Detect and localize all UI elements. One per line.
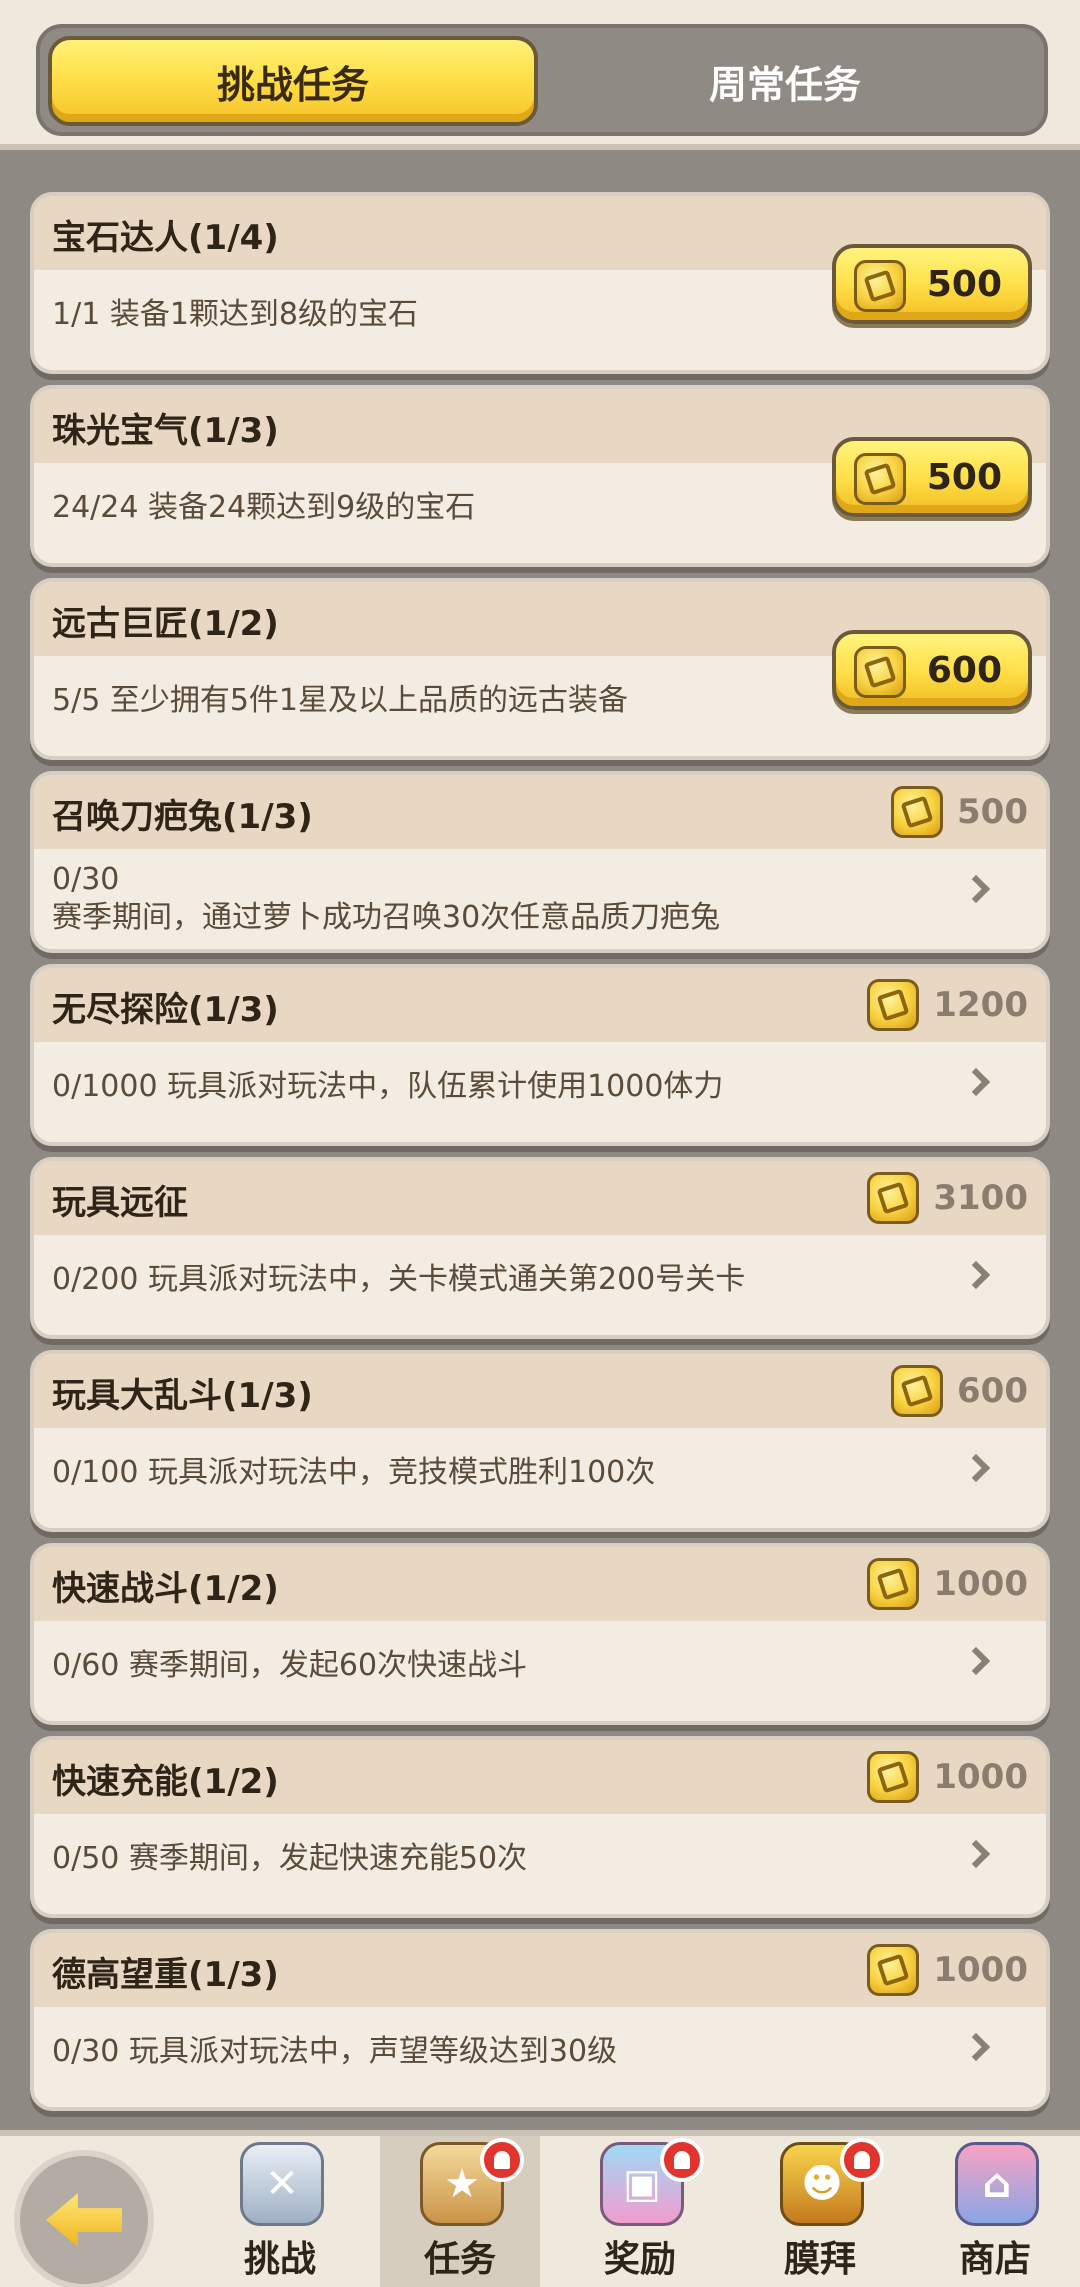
task-description: 1/1 装备1颗达到8级的宝石 [52, 297, 418, 332]
notification-bell-icon [840, 2138, 884, 2182]
claim-reward-button[interactable]: 500 [832, 244, 1032, 324]
task-title: 无尽探险(1/3) [52, 990, 279, 1030]
task-description: 0/50 赛季期间，发起快速充能50次 [52, 1841, 528, 1876]
nav-label: 任务 [423, 2239, 496, 2280]
reward-amount: 3100 [933, 1178, 1028, 1218]
task-title: 玩具大乱斗(1/3) [52, 1376, 313, 1416]
reward-amount: 500 [957, 792, 1028, 832]
task-description: 24/24 装备24颗达到9级的宝石 [52, 490, 476, 525]
chevron-right-icon[interactable] [961, 1839, 991, 1869]
task-card: 远古巨匠(1/2) 5/5 至少拥有5件1星及以上品质的远古装备 600 [30, 578, 1050, 760]
coin-icon [854, 646, 906, 698]
task-card: 珠光宝气(1/3) 24/24 装备24颗达到9级的宝石 500 [30, 385, 1050, 567]
coin-icon [867, 1558, 920, 1610]
coin-icon [854, 453, 906, 505]
task-reward: 3100 [867, 1172, 1028, 1224]
nav-label: 商店 [958, 2239, 1031, 2280]
coin-icon [891, 786, 944, 838]
task-card[interactable]: 德高望重(1/3) 1000 0/30 玩具派对玩法中，声望等级达到30级 [30, 1929, 1050, 2111]
task-description: 0/30 赛季期间，通过萝卜成功召唤30次任意品质刀疤兔 [52, 861, 932, 937]
task-card[interactable]: 召唤刀疤兔(1/3) 500 0/30 赛季期间，通过萝卜成功召唤30次任意品质… [30, 771, 1050, 953]
task-reward: 1000 [867, 1558, 1028, 1610]
task-reward: 1000 [867, 1944, 1028, 1996]
task-reward: 1200 [867, 979, 1028, 1031]
chevron-right-icon[interactable] [961, 874, 991, 904]
tab-weekly-tasks[interactable]: 周常任务 [540, 36, 1030, 126]
task-description: 0/30 玩具派对玩法中，声望等级达到30级 [52, 2034, 618, 2069]
task-title: 德高望重(1/3) [52, 1955, 279, 1995]
task-description: 0/200 玩具派对玩法中，关卡模式通关第200号关卡 [52, 1262, 746, 1297]
chevron-right-icon[interactable] [961, 1260, 991, 1290]
task-title: 召唤刀疤兔(1/3) [52, 797, 313, 837]
back-button[interactable] [14, 2150, 154, 2287]
notification-bell-icon [660, 2138, 704, 2182]
tab-challenge-tasks[interactable]: 挑战任务 [48, 36, 538, 126]
reward-amount: 1000 [933, 1564, 1028, 1604]
nav-tasks[interactable]: ★ 任务 [380, 2136, 540, 2287]
task-description: 0/60 赛季期间，发起60次快速战斗 [52, 1648, 528, 1683]
task-card[interactable]: 快速战斗(1/2) 1000 0/60 赛季期间，发起60次快速战斗 [30, 1543, 1050, 1725]
chevron-right-icon[interactable] [961, 2032, 991, 2062]
task-title: 珠光宝气(1/3) [52, 411, 279, 451]
nav-label: 膜拜 [783, 2239, 856, 2280]
chevron-right-icon[interactable] [961, 1067, 991, 1097]
coin-icon [867, 1944, 920, 1996]
coin-icon [867, 1751, 920, 1803]
reward-amount: 600 [926, 649, 1002, 691]
task-card[interactable]: 快速充能(1/2) 1000 0/50 赛季期间，发起快速充能50次 [30, 1736, 1050, 1918]
task-title: 远古巨匠(1/2) [52, 604, 279, 644]
shop-icon: ⌂ [955, 2142, 1039, 2226]
nav-worship[interactable]: ☻ 膜拜 [740, 2136, 900, 2287]
claim-reward-button[interactable]: 600 [832, 630, 1032, 710]
trophy-icon: ✕ [240, 2142, 324, 2226]
task-reward: 500 [891, 786, 1028, 838]
claim-reward-button[interactable]: 500 [832, 437, 1032, 517]
task-card[interactable]: 玩具大乱斗(1/3) 600 0/100 玩具派对玩法中，竞技模式胜利100次 [30, 1350, 1050, 1532]
bottom-nav: ✕ 挑战 ★ 任务 ▣ 奖励 ☻ 膜拜 ⌂ 商店 [0, 2130, 1080, 2287]
nav-shop[interactable]: ⌂ 商店 [915, 2136, 1075, 2287]
task-card[interactable]: 玩具远征 3100 0/200 玩具派对玩法中，关卡模式通关第200号关卡 [30, 1157, 1050, 1339]
task-title: 宝石达人(1/4) [52, 218, 279, 258]
task-description: 5/5 至少拥有5件1星及以上品质的远古装备 [52, 683, 628, 718]
reward-amount: 1000 [933, 1757, 1028, 1797]
task-description: 0/1000 玩具派对玩法中，队伍累计使用1000体力 [52, 1069, 724, 1104]
chevron-right-icon[interactable] [961, 1453, 991, 1483]
chevron-right-icon[interactable] [961, 1646, 991, 1676]
reward-amount: 1000 [933, 1950, 1028, 1990]
coin-icon [867, 979, 920, 1031]
back-arrow-icon [46, 2193, 122, 2247]
coin-icon [867, 1172, 920, 1224]
nav-label: 挑战 [243, 2239, 316, 2280]
task-card[interactable]: 无尽探险(1/3) 1200 0/1000 玩具派对玩法中，队伍累计使用1000… [30, 964, 1050, 1146]
task-title: 快速战斗(1/2) [52, 1569, 279, 1609]
top-tab-frame: 挑战任务 周常任务 [0, 0, 1080, 150]
reward-amount: 1200 [933, 985, 1028, 1025]
reward-amount: 600 [957, 1371, 1028, 1411]
task-card: 宝石达人(1/4) 1/1 装备1颗达到8级的宝石 500 [30, 192, 1050, 374]
reward-amount: 500 [926, 263, 1002, 305]
coin-icon [854, 260, 906, 312]
task-title: 快速充能(1/2) [52, 1762, 279, 1802]
notification-bell-icon [480, 2138, 524, 2182]
task-title: 玩具远征 [52, 1183, 188, 1223]
nav-label: 奖励 [603, 2239, 676, 2280]
task-description: 0/100 玩具派对玩法中，竞技模式胜利100次 [52, 1455, 656, 1490]
task-progress: 0/30 [52, 862, 120, 897]
reward-amount: 500 [926, 456, 1002, 498]
task-description-text: 赛季期间，通过萝卜成功召唤30次任意品质刀疤兔 [52, 900, 721, 935]
tab-track: 挑战任务 周常任务 [36, 24, 1048, 136]
nav-rewards[interactable]: ▣ 奖励 [560, 2136, 720, 2287]
nav-challenge[interactable]: ✕ 挑战 [200, 2136, 360, 2287]
coin-icon [891, 1365, 944, 1417]
task-reward: 1000 [867, 1751, 1028, 1803]
task-reward: 600 [891, 1365, 1028, 1417]
